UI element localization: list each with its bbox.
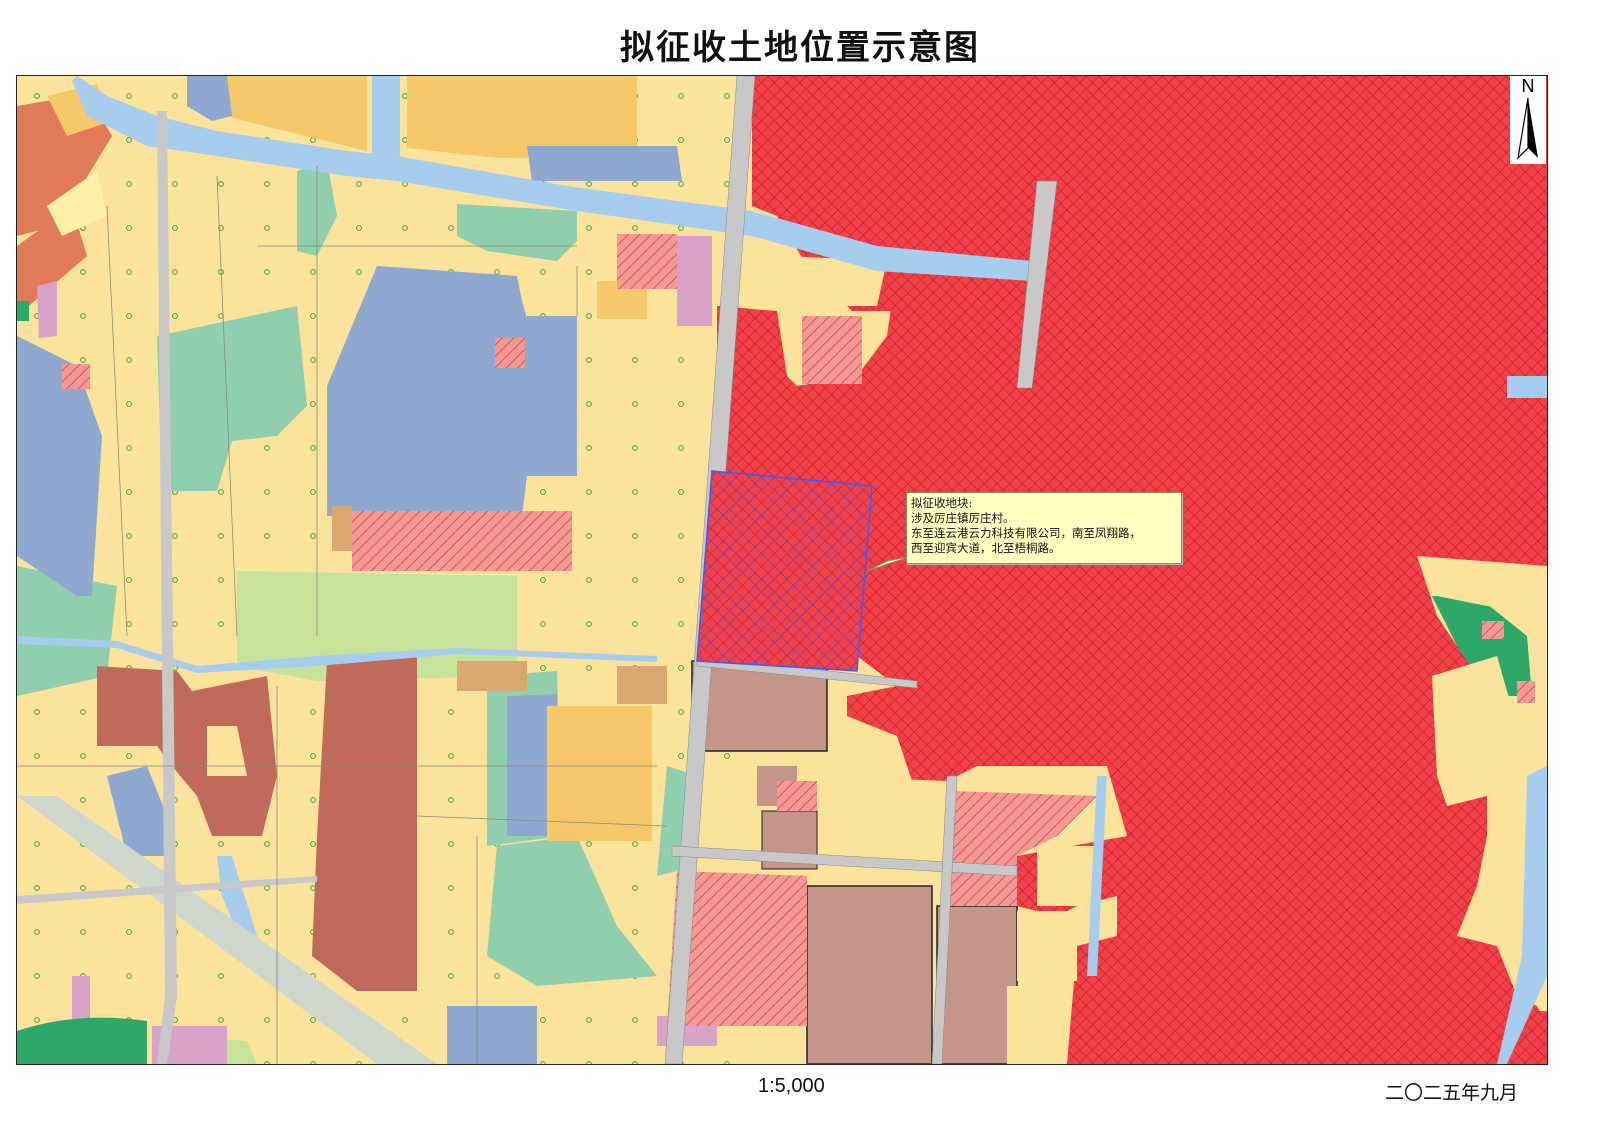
pink-parcel-1 [677, 236, 712, 326]
proposed-parcel[interactable] [696, 470, 873, 672]
yellow-block-3 [1007, 986, 1072, 1064]
canal-vertical [372, 76, 400, 156]
green-small-left [17, 301, 29, 321]
pink-parcel-left [37, 281, 57, 338]
tan-parcel-1 [457, 661, 527, 691]
yellow-block-2 [1017, 911, 1077, 981]
north-arrow: N [1510, 76, 1546, 164]
north-label: N [1521, 76, 1535, 96]
date-text: 二〇二五年九月 [1384, 1082, 1518, 1104]
callout-line-1: 拟征收地块: [911, 496, 973, 510]
blue-industrial-side [527, 316, 577, 476]
callout-line-4: 西至迎宾大道，北至梧桐路。 [911, 541, 1061, 555]
hatch-parcel-8 [777, 781, 817, 811]
canal-right [1507, 376, 1547, 398]
blue-parcel-top-2 [527, 146, 682, 181]
hatch-parcel-9 [1482, 621, 1504, 639]
callout-line-2: 涉及厉庄镇厉庄村。 [911, 511, 1015, 525]
map-canvas[interactable] [17, 76, 1547, 1064]
hatch-parcel-5 [62, 364, 90, 389]
brown-parcel-center [312, 656, 417, 991]
map-frame[interactable] [16, 75, 1548, 1065]
scale-text: 1:5,000 [758, 1075, 825, 1097]
callout-line-3: 东至连云港云力科技有限公司，南至凤翔路， [911, 526, 1141, 540]
hatch-parcel-2 [802, 316, 862, 384]
taupe-parcel-4 [806, 885, 933, 1064]
yellow-block-4 [1037, 846, 1097, 906]
blue-bottom [447, 1006, 537, 1064]
tan-parcel-2 [617, 666, 667, 704]
parcel-callout: 拟征收地块: 涉及厉庄镇厉庄村。 东至连云港云力科技有限公司，南至凤翔路， 西至… [906, 492, 1182, 564]
hatch-parcel-10 [1517, 681, 1535, 703]
orange-parcel-mid [547, 706, 652, 841]
map-title: 拟征收土地位置示意图 [620, 28, 980, 68]
hatch-parcel-1 [617, 234, 677, 289]
tan-parcel-3 [332, 506, 352, 551]
hatch-parcel-3 [352, 511, 572, 571]
orange-parcel-top-2 [407, 76, 637, 158]
hatch-parcel-4 [495, 338, 525, 368]
